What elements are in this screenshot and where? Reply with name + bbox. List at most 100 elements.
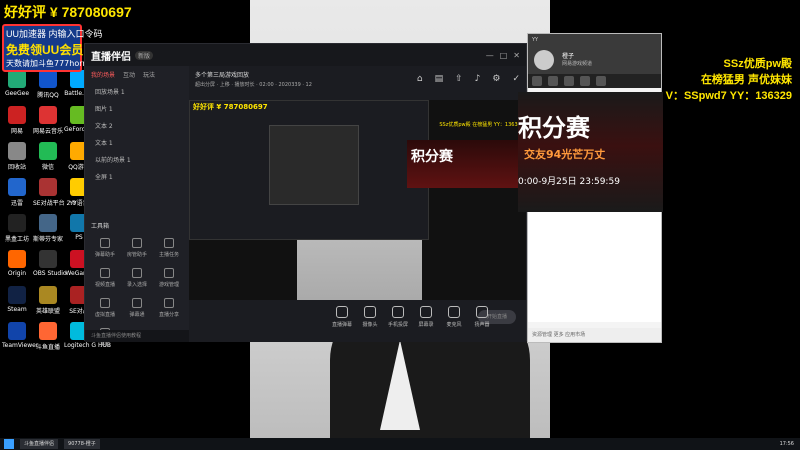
scene-item[interactable]: 回放场景 1	[85, 83, 189, 100]
desktop-icon-label: 网易云音乐	[33, 128, 64, 135]
desktop-icon[interactable]: 网易	[2, 106, 32, 135]
control-label: 麦克风	[446, 322, 462, 328]
desktop-icon[interactable]: Steam	[2, 286, 32, 313]
settings-icon[interactable]: ⚙	[492, 74, 500, 84]
desktop-icon[interactable]: OBS Studio	[33, 250, 67, 277]
desktop-icon-label: 网易	[10, 128, 23, 135]
desktop-icon-label: 回收站	[7, 164, 26, 171]
chat-toolbar	[528, 74, 661, 88]
tool-button[interactable]: 房管助手	[121, 238, 153, 258]
desktop-icon-label: 斗鱼直播	[35, 344, 60, 351]
home-icon[interactable]: ⌂	[417, 74, 423, 84]
control-button[interactable]: 扬声器	[467, 306, 497, 328]
app-icon	[8, 214, 26, 232]
windows-start-icon[interactable]	[4, 439, 14, 449]
chat-bottom-bar[interactable]: 资源管理 更多 应用市场	[528, 328, 661, 342]
notification-icon[interactable]: ♪	[475, 74, 481, 84]
stream-preview[interactable]: 积分赛 好好评 ¥ 787080697 SSz优质pw殿 在榜猛男 YY：136…	[189, 100, 526, 300]
desktop-icon[interactable]: SE对战平台 2.0	[33, 178, 76, 207]
scene-item[interactable]: 文本 1	[85, 134, 189, 151]
desktop-icon[interactable]: Origin	[2, 250, 32, 277]
sidebar-tabs: 我的场景 互动 玩法	[85, 66, 189, 83]
banner-subtitle: 交友94光芒万丈	[524, 148, 606, 161]
overlay-tr-line3: V：SSpwd7 YY：136329	[665, 90, 792, 102]
overlay-tr-line2: 在榜猛男 声优妹妹	[700, 74, 792, 86]
control-label: 手机投屏	[387, 322, 408, 328]
control-button[interactable]: 手机投屏	[383, 306, 413, 328]
desktop-icon[interactable]: TeamViewer	[2, 322, 39, 349]
tool-button[interactable]: 游戏管理	[153, 268, 185, 288]
control-button[interactable]: 直播弹幕	[327, 306, 357, 328]
header-icons: ⌂ ▤ ⇧ ♪ ⚙ ✓	[417, 74, 520, 84]
avatar[interactable]	[534, 50, 554, 70]
upload-icon[interactable]: ⇧	[455, 74, 463, 84]
tab-play[interactable]: 玩法	[143, 70, 155, 79]
desktop-icon[interactable]: 微信	[33, 142, 63, 171]
desktop-icon-label: TeamViewer	[2, 342, 39, 349]
version-badge[interactable]: 新版	[135, 50, 154, 60]
grid-icon[interactable]	[596, 76, 606, 86]
share-icon[interactable]: ✓	[512, 74, 520, 84]
app-icon	[8, 250, 26, 268]
home-icon[interactable]	[532, 76, 542, 86]
maximize-button[interactable]: □	[500, 51, 508, 60]
app-icon	[39, 214, 57, 232]
window-controls: — □ ✕	[486, 51, 520, 60]
taskbar: 斗鱼直播伴侣 90778-橙子 17:56	[0, 438, 800, 450]
tab-interact[interactable]: 互动	[123, 70, 135, 79]
app-icon	[39, 250, 57, 268]
scene-item[interactable]: 全屏 1	[85, 168, 189, 185]
desktop-icon[interactable]: GeeGee	[2, 70, 32, 97]
control-label: 直播弹幕	[331, 322, 352, 328]
taskbar-item[interactable]: 斗鱼直播伴侣	[20, 439, 59, 449]
desktop-icon[interactable]: 黑盒工坊	[2, 214, 32, 243]
status-bar[interactable]: 斗鱼直播伴侣使用教程	[85, 330, 189, 342]
scene-item[interactable]: 以前的场景 1	[85, 151, 189, 168]
tool-button[interactable]: 弹幕助手	[89, 238, 121, 258]
event-banner[interactable]: 积分赛 交友94光芒万丈 0:00-9月25日 23:59:59	[518, 92, 663, 212]
control-button[interactable]: 屏幕录	[411, 306, 441, 328]
desktop-icon[interactable]: 斗鱼直播	[33, 322, 63, 351]
desktop-icon[interactable]: 斯蒂芬专家	[33, 214, 63, 243]
app-icon	[39, 286, 57, 304]
control-button[interactable]: 摄像头	[355, 306, 385, 328]
tool-button[interactable]: 主播任务	[153, 238, 185, 258]
control-button[interactable]: 麦克风	[439, 306, 469, 328]
scene-item[interactable]: 图片 1	[85, 100, 189, 117]
app-icon	[8, 142, 26, 160]
desktop-icon[interactable]: 回收站	[2, 142, 32, 171]
tool-icon	[132, 298, 142, 308]
close-button[interactable]: ✕	[513, 51, 520, 60]
stream-title[interactable]: 多个第三局游戏回放	[195, 70, 249, 79]
tool-label: 美颜	[99, 342, 110, 348]
desktop-icon[interactable]: 迅雷	[2, 178, 32, 207]
control-icon	[364, 306, 376, 318]
chat-icon[interactable]	[548, 76, 558, 86]
app-icon	[8, 106, 26, 124]
desktop-icon[interactable]: 腾讯QQ	[33, 70, 63, 99]
chat-message-area[interactable]	[528, 212, 661, 322]
desktop-icon-label: Steam	[7, 306, 27, 313]
layout-icon[interactable]: ▤	[435, 74, 444, 84]
scene-item[interactable]: 文本 2	[85, 117, 189, 134]
tool-button[interactable]: 视频直播	[89, 268, 121, 288]
video-icon[interactable]	[564, 76, 574, 86]
tool-button[interactable]: 虚拟直播	[89, 298, 121, 318]
taskbar-item[interactable]: 90778-橙子	[64, 439, 100, 449]
tool-button[interactable]: 直播分享	[153, 298, 185, 318]
minimize-button[interactable]: —	[486, 51, 494, 60]
desktop-icon[interactable]: 网易云音乐	[33, 106, 63, 135]
control-icon	[392, 306, 404, 318]
tool-label: 直播分享	[158, 312, 179, 318]
control-icon	[476, 306, 488, 318]
banner-title: 积分赛	[518, 114, 590, 142]
tool-button[interactable]: 录入选择	[121, 268, 153, 288]
tool-button[interactable]: 弹幕通	[121, 298, 153, 318]
tab-scenes[interactable]: 我的场景	[91, 70, 115, 79]
app-icon	[8, 70, 26, 88]
desktop-icon-label: 微信	[41, 164, 54, 171]
desktop-icon[interactable]: 英雄联盟	[33, 286, 63, 315]
overlay-contact: 好好评 ¥ 787080697	[4, 4, 132, 20]
game-icon[interactable]	[580, 76, 590, 86]
app-logo: 直播伴侣	[91, 51, 131, 63]
